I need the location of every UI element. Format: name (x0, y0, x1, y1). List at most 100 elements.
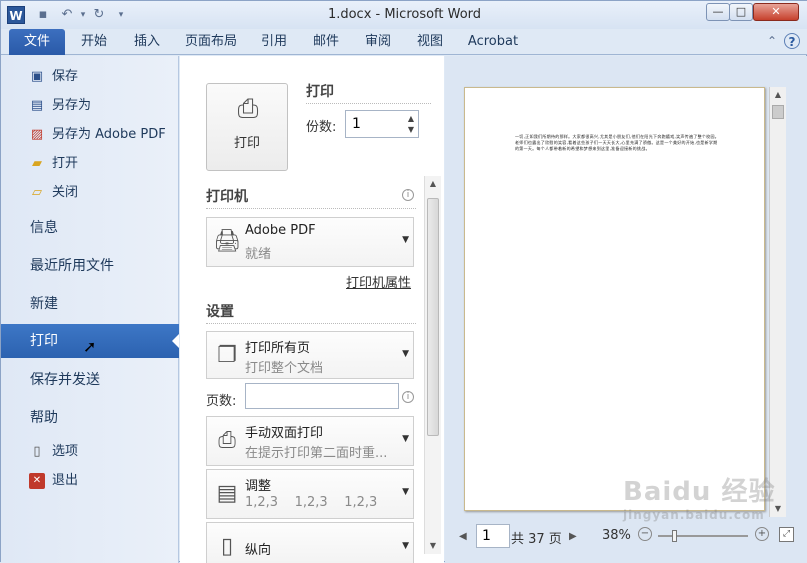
collate-dropdown[interactable]: ▤ 调整 1,2,3 1,2,3 1,2,3 ▼ (206, 469, 414, 519)
zoom-level[interactable]: 38% (602, 528, 631, 543)
print-settings-pane: ⎙ 打印 打印 份数: 1 ▲ ▼ 打印机 i 🖨 Adobe PDF 就绪 ▼ … (180, 56, 444, 563)
settings-scrollbar[interactable]: ▲ ▼ (424, 176, 441, 554)
nav-save-as-pdf-label: 另存为 Adobe PDF (52, 127, 166, 142)
collate-subtitle: 1,2,3 1,2,3 1,2,3 (245, 495, 378, 510)
nav-save[interactable]: ▣ 保存 (1, 64, 179, 90)
preview-page-text: 一切,正如我们所期待的那样。大家都很高兴,尤其是小朋友们,他们在阳光下奔跑嬉戏,… (515, 134, 720, 152)
watermark-line2: jingyan.baidu.com (623, 508, 765, 522)
zoom-slider-knob[interactable] (672, 530, 677, 542)
nav-save-as-pdf[interactable]: ▨ 另存为 Adobe PDF (1, 122, 179, 148)
title-bar: W ▪ ↶ ▾ ↻ ▾ 1.docx - Microsoft Word — □ … (1, 1, 807, 29)
chevron-down-icon: ▼ (402, 487, 409, 497)
pdf-icon: ▨ (30, 127, 44, 142)
nav-help[interactable]: 帮助 (1, 401, 179, 435)
copies-label: 份数: (306, 120, 337, 135)
nav-save-label: 保存 (52, 69, 79, 84)
nav-close-label: 关闭 (52, 185, 79, 200)
nav-recent[interactable]: 最近所用文件 (1, 249, 179, 283)
pages-label: 页数: (206, 394, 237, 409)
print-range-subtitle: 打印整个文档 (245, 361, 324, 376)
nav-exit[interactable]: ✕ 退出 (1, 468, 179, 494)
duplex-dropdown[interactable]: ⎙ 手动双面打印 在提示打印第二面时重... ▼ (206, 416, 414, 466)
baidu-watermark: Baidu 经验 jingyan.baidu.com (623, 471, 775, 522)
save-icon: ▣ (30, 69, 44, 84)
zoom-to-page-icon[interactable]: ⤢ (779, 527, 794, 542)
portrait-icon: ▯ (220, 534, 234, 559)
zoom-slider[interactable] (658, 530, 748, 542)
print-range-title: 打印所有页 (245, 341, 311, 356)
orientation-dropdown[interactable]: ▯ 纵向 ▼ (206, 522, 414, 563)
nav-save-as[interactable]: ▤ 另存为 (1, 93, 179, 119)
nav-open[interactable]: ▰ 打开 (1, 151, 179, 177)
tab-references[interactable]: 引用 (254, 29, 294, 55)
printer-properties-link[interactable]: 打印机属性 (346, 272, 411, 291)
chevron-down-icon: ▼ (402, 434, 409, 444)
window-title: 1.docx - Microsoft Word (327, 7, 482, 22)
nav-options-label: 选项 (52, 444, 79, 459)
chevron-down-icon: ▼ (402, 349, 409, 359)
divider (206, 208, 416, 209)
pages-input[interactable] (245, 383, 399, 409)
orientation-title: 纵向 (245, 543, 272, 558)
printer-status: 就绪 (245, 247, 272, 262)
nav-info[interactable]: 信息 (1, 211, 179, 245)
tab-mailings[interactable]: 邮件 (306, 29, 346, 55)
collate-icon: ▤ (216, 481, 238, 506)
tab-home[interactable]: 开始 (74, 29, 114, 55)
chevron-down-icon: ▼ (402, 541, 409, 551)
print-title: 打印 (306, 84, 334, 100)
preview-page: 一切,正如我们所期待的那样。大家都很高兴,尤其是小朋友们,他们在阳光下奔跑嬉戏,… (464, 87, 765, 511)
word-window: W ▪ ↶ ▾ ↻ ▾ 1.docx - Microsoft Word — □ … (0, 0, 807, 563)
copies-stepper[interactable]: 1 ▲ ▼ (345, 110, 419, 138)
preview-navigation: ◀ 1 共 37 页 ▶ 38% − + ⤢ (445, 522, 807, 552)
duplex-title: 手动双面打印 (245, 426, 324, 441)
chevron-down-icon: ▼ (402, 235, 409, 245)
close-folder-icon: ▱ (32, 185, 42, 200)
close-button[interactable]: ✕ (753, 3, 799, 21)
minimize-button[interactable]: — (706, 3, 730, 21)
nav-new[interactable]: 新建 (1, 287, 179, 321)
printer-ready-icon: 🖨 (213, 229, 241, 254)
printer-icon: ⎙ (237, 94, 259, 124)
printer-name: Adobe PDF (245, 223, 316, 238)
tab-review[interactable]: 审阅 (358, 29, 398, 55)
zoom-in-icon[interactable]: + (755, 527, 769, 541)
copies-value: 1 (352, 116, 361, 132)
spin-arrows-icon[interactable]: ▲ ▼ (408, 113, 414, 135)
divider (206, 323, 416, 324)
help-icon[interactable]: ? (784, 33, 800, 49)
tab-insert[interactable]: 插入 (127, 29, 167, 55)
ribbon-minimize-icon[interactable]: ⌃ (764, 33, 780, 49)
duplex-subtitle: 在提示打印第二面时重... (245, 446, 388, 461)
scroll-up-icon[interactable]: ▲ (770, 87, 786, 103)
duplex-icon: ⎙ (218, 428, 236, 453)
scroll-up-icon[interactable]: ▲ (425, 176, 441, 192)
scroll-thumb[interactable] (427, 198, 439, 436)
info-icon[interactable]: i (402, 189, 414, 201)
print-range-dropdown[interactable]: ❐ 打印所有页 打印整个文档 ▼ (206, 331, 414, 379)
options-icon: ▯ (33, 444, 41, 459)
tab-page-layout[interactable]: 页面布局 (179, 29, 243, 55)
settings-section-title: 设置 (206, 304, 234, 320)
scroll-thumb[interactable] (772, 105, 784, 119)
current-page-input[interactable]: 1 (476, 524, 510, 548)
mouse-cursor-icon: ➚ (83, 337, 97, 356)
maximize-button[interactable]: □ (729, 3, 753, 21)
print-button[interactable]: ⎙ 打印 (206, 83, 288, 171)
nav-options[interactable]: ▯ 选项 (1, 439, 179, 465)
tab-acrobat[interactable]: Acrobat (463, 29, 523, 55)
previous-page-icon[interactable]: ◀ (459, 531, 467, 542)
tab-file[interactable]: 文件 (9, 29, 65, 55)
info-icon[interactable]: i (402, 391, 414, 403)
preview-scrollbar[interactable]: ▲ ▼ (769, 87, 786, 517)
scroll-down-icon[interactable]: ▼ (425, 538, 441, 554)
nav-close[interactable]: ▱ 关闭 (1, 180, 179, 206)
nav-save-and-send[interactable]: 保存并发送 (1, 363, 179, 397)
total-pages: 共 37 页 (511, 532, 562, 547)
printer-dropdown[interactable]: 🖨 Adobe PDF 就绪 ▼ (206, 217, 414, 267)
save-as-icon: ▤ (30, 98, 44, 113)
next-page-icon[interactable]: ▶ (569, 531, 577, 542)
zoom-out-icon[interactable]: − (638, 527, 652, 541)
tab-view[interactable]: 视图 (410, 29, 450, 55)
nav-exit-label: 退出 (52, 473, 79, 488)
